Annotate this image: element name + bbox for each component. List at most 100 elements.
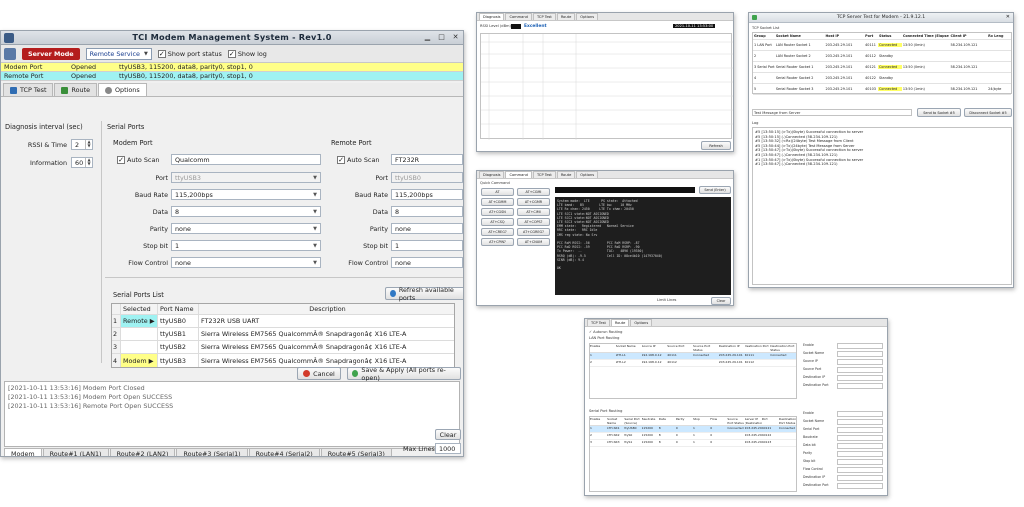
modem-baud-select[interactable]: 115,200bps ▼	[171, 189, 321, 200]
remote-auto-scan-field[interactable]: FT232R	[391, 154, 463, 165]
form-field[interactable]	[837, 427, 883, 433]
table-row[interactable]: 4 Serial Router Socket 2 203.245.29.101 40…	[753, 73, 1011, 84]
show-port-status-checkbox[interactable]: ✓ Show port status	[157, 49, 222, 58]
form-field[interactable]	[837, 367, 883, 373]
service-select[interactable]: Remote Service ▼	[85, 47, 152, 60]
quick-command-button[interactable]: AT	[481, 188, 514, 196]
tab-command[interactable]: Command	[505, 171, 532, 178]
form-field[interactable]	[837, 475, 883, 481]
message-input[interactable]: Test Message from Server	[752, 109, 912, 116]
modem-auto-scan-checkbox[interactable]: ✓ Auto Scan	[117, 156, 159, 164]
table-row[interactable]: 5 Serial Router Socket 3 203.245.29.101 40…	[753, 84, 1011, 95]
tab-route-1[interactable]: Route#1 (LAN1)	[42, 449, 109, 456]
show-log-checkbox[interactable]: ✓ Show log	[227, 49, 267, 58]
tab-route-3[interactable]: Route#3 (Serial1)	[176, 449, 248, 456]
maximize-icon[interactable]: □	[437, 33, 446, 42]
clear-log-button[interactable]: Clear	[435, 429, 461, 440]
tab-tcp-test[interactable]: TCP Test	[587, 319, 610, 326]
form-field[interactable]	[837, 443, 883, 449]
cancel-button[interactable]: Cancel	[297, 367, 341, 380]
spin-arrows-icon[interactable]: ▲ ▼	[85, 158, 92, 167]
selected-cell[interactable]	[121, 341, 158, 353]
form-field[interactable]	[837, 459, 883, 465]
disconnect-socket-button[interactable]: Disconnect Socket #5	[964, 108, 1012, 117]
modem-parity-select[interactable]: none ▼	[171, 223, 321, 234]
modem-stop-select[interactable]: 1 ▼	[171, 240, 321, 251]
table-row[interactable]: 1 LTH-L1 192.168.0.12 40111 Connected 203.245…	[590, 353, 796, 360]
table-row[interactable]: 3 LTH-SR3 ttyS1 115200 8 0 1 0 203.245.29.101401…	[590, 440, 796, 447]
form-field[interactable]	[837, 375, 883, 381]
table-row[interactable]: 1 LAN Port LAN Router Socket 1 203.245.29.…	[753, 40, 1011, 51]
quick-command-button[interactable]: AT+CGMI	[517, 188, 550, 196]
tab-options[interactable]: Options	[98, 83, 147, 96]
quick-command-button[interactable]: AT+CNUM	[517, 238, 550, 246]
quick-command-button[interactable]: AT+CGMM	[481, 198, 514, 206]
remote-auto-scan-checkbox[interactable]: ✓ Auto Scan	[337, 156, 379, 164]
quick-command-button[interactable]: AT+CSQ	[481, 218, 514, 226]
tab-options[interactable]: Options	[576, 13, 599, 20]
quick-command-button[interactable]: AT+CGREG?	[517, 228, 550, 236]
tab-tcp-test[interactable]: TCP Test	[532, 171, 556, 178]
minimize-icon[interactable]: ▁	[423, 33, 432, 42]
quick-command-button[interactable]: AT+CGSN	[481, 208, 514, 216]
remote-data-select[interactable]: 8	[391, 206, 463, 217]
tab-diagnosis[interactable]: Diagnosis	[479, 13, 505, 20]
form-field[interactable]	[837, 351, 883, 357]
quick-command-button[interactable]: AT+CIMI	[517, 208, 550, 216]
remote-baud-select[interactable]: 115,200bps	[391, 189, 463, 200]
form-field[interactable]	[837, 483, 883, 489]
quick-command-button[interactable]: AT+CGMR	[517, 198, 550, 206]
modem-auto-scan-field[interactable]: Qualcomm	[171, 154, 321, 165]
table-row[interactable]: 2 LAN Router Socket 2 203.245.29.101 40112…	[753, 51, 1011, 62]
modem-flow-select[interactable]: none ▼	[171, 257, 321, 268]
quick-command-button[interactable]: AT+CREG?	[481, 228, 514, 236]
tab-route-2[interactable]: Route#2 (LAN2)	[109, 449, 176, 456]
quick-command-button[interactable]: AT+CPIN?	[481, 238, 514, 246]
tab-tcp-test[interactable]: TCP Test	[3, 83, 54, 96]
form-field[interactable]	[837, 435, 883, 441]
tab-command[interactable]: Command	[505, 13, 532, 20]
refresh-ports-button[interactable]: Refresh available ports	[385, 286, 463, 302]
selected-cell[interactable]: Modem ▶	[121, 354, 158, 367]
table-row[interactable]: 2 LTH-SR2 ttyS0 115200 8 0 1 0 203.245.29.101401…	[590, 433, 796, 440]
tab-route[interactable]: Route	[54, 83, 98, 96]
remote-port-select[interactable]: ttyUSB0	[391, 172, 463, 183]
form-field[interactable]	[837, 359, 883, 365]
table-row[interactable]: 3 ttyUSB2 Sierra Wireless EM7565 Qualcom…	[112, 341, 454, 354]
save-apply-button[interactable]: Save & Apply (All ports re-open)	[347, 366, 461, 382]
modem-port-select[interactable]: ttyUSB3 ▼	[171, 172, 321, 183]
tab-modem[interactable]: Modem	[4, 449, 42, 456]
selected-cell[interactable]	[121, 328, 158, 340]
tab-tcp-test[interactable]: TCP Test	[532, 13, 556, 20]
spin-arrows-icon[interactable]: ▲ ▼	[85, 140, 92, 149]
tab-options[interactable]: Options	[576, 171, 599, 178]
tab-options[interactable]: Options	[630, 319, 653, 326]
table-row[interactable]: 3 Serial Port Serial Router Socket 1 203.2…	[753, 62, 1011, 73]
close-icon[interactable]: ✕	[451, 33, 460, 42]
form-field[interactable]	[837, 343, 883, 349]
clear-terminal-button[interactable]: Clear	[711, 297, 731, 305]
modem-data-select[interactable]: 8 ▼	[171, 206, 321, 217]
table-row[interactable]: 2 ttyUSB1 Sierra Wireless EM7565 Qualcom…	[112, 328, 454, 341]
server-mode-label[interactable]: Server Mode	[22, 47, 80, 60]
rssi-spinbox[interactable]: 2 ▲ ▼	[71, 139, 93, 150]
quick-command-button[interactable]: AT+COPS?	[517, 218, 550, 226]
command-input[interactable]	[555, 187, 695, 193]
tab-route-5[interactable]: Route#5 (Serial3)	[320, 449, 392, 456]
selected-cell[interactable]: Remote ▶	[121, 315, 158, 327]
table-row[interactable]: 1 LTH-SR1 ttyUSB0 115200 8 0 1 0 Connected 203.24…	[590, 426, 796, 433]
autorun-checkbox[interactable]: ✓ Autorun Routing	[589, 330, 622, 334]
form-field[interactable]	[837, 383, 883, 389]
form-field[interactable]	[837, 467, 883, 473]
send-button[interactable]: Send (Enter)	[699, 186, 731, 194]
form-field[interactable]	[837, 451, 883, 457]
remote-stop-select[interactable]: 1	[391, 240, 463, 251]
remote-parity-select[interactable]: none	[391, 223, 463, 234]
max-lines-input[interactable]: 1000	[435, 443, 461, 454]
tab-route[interactable]: Route	[610, 319, 630, 326]
form-field[interactable]	[837, 419, 883, 425]
tab-route[interactable]: Route	[556, 171, 576, 178]
tab-route-4[interactable]: Route#4 (Serial2)	[248, 449, 320, 456]
send-to-socket-button[interactable]: Send to Socket #5	[917, 108, 961, 117]
table-row[interactable]: 1 Remote ▶ ttyUSB0 FT232R USB UART	[112, 315, 454, 328]
